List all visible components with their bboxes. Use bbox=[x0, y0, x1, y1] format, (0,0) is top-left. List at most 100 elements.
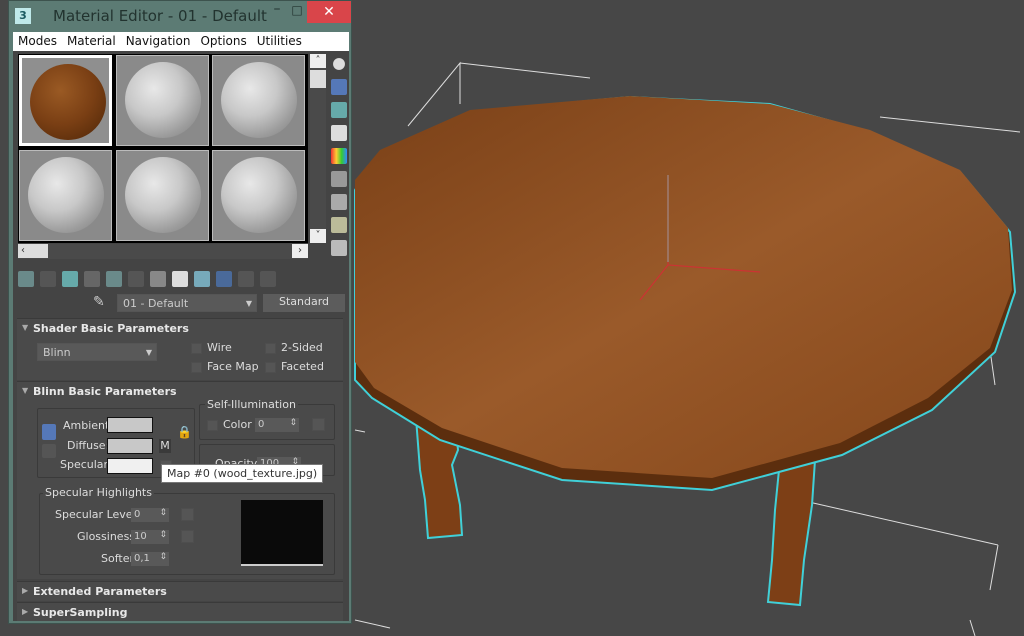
sample-slot-3[interactable] bbox=[212, 55, 305, 146]
specular-level-spinner[interactable]: 0 bbox=[131, 508, 169, 522]
leg-right bbox=[766, 459, 817, 607]
side-toolbar bbox=[331, 56, 349, 263]
assign-to-selection-icon[interactable] bbox=[62, 271, 78, 287]
video-color-check-icon[interactable] bbox=[331, 148, 347, 164]
put-to-library-icon[interactable] bbox=[128, 271, 144, 287]
sphere-preview bbox=[125, 157, 201, 233]
extended-parameters-rollout[interactable]: ▶ Extended Parameters bbox=[17, 581, 343, 601]
app-icon: 3 bbox=[15, 8, 31, 24]
close-button[interactable]: ✕ bbox=[307, 1, 351, 23]
delete-icon[interactable] bbox=[84, 271, 100, 287]
horizontal-scrollbar[interactable]: ‹ › bbox=[18, 244, 308, 259]
sphere-preview bbox=[28, 157, 104, 233]
specular-color-swatch[interactable] bbox=[107, 458, 153, 474]
rollout-title: SuperSampling bbox=[33, 606, 128, 619]
lock-ambient-diffuse-icon[interactable] bbox=[42, 424, 56, 440]
self-illumination-label: Self-Illumination bbox=[205, 398, 298, 411]
material-id-icon[interactable] bbox=[172, 271, 188, 287]
backlight-icon[interactable] bbox=[331, 79, 347, 95]
title-bar[interactable]: 3 Material Editor - 01 - Default – □ ✕ bbox=[9, 1, 351, 31]
scroll-down-icon[interactable]: ˅ bbox=[310, 229, 326, 243]
lock-icon[interactable]: 🔒 bbox=[177, 425, 192, 439]
specular-label: Specular: bbox=[60, 458, 112, 471]
wire-label: Wire bbox=[207, 341, 232, 354]
ambient-label: Ambient: bbox=[63, 419, 114, 432]
scroll-left-icon[interactable]: ‹ bbox=[18, 244, 48, 258]
menu-modes[interactable]: Modes bbox=[13, 32, 62, 51]
material-name: 01 - Default bbox=[123, 297, 189, 310]
two-sided-label: 2-Sided bbox=[281, 341, 323, 354]
face-map-checkbox[interactable] bbox=[191, 362, 202, 373]
rollout-header[interactable]: ▶ Extended Parameters bbox=[17, 582, 343, 601]
table-model[interactable] bbox=[354, 95, 1017, 607]
self-illum-spinner[interactable]: 0 bbox=[255, 418, 299, 432]
put-to-scene-icon[interactable] bbox=[40, 271, 56, 287]
scroll-up-icon[interactable]: ˄ bbox=[310, 54, 326, 68]
supersampling-rollout[interactable]: ▶ SuperSampling bbox=[17, 602, 343, 621]
sample-slot-6[interactable] bbox=[212, 150, 305, 241]
make-preview-icon[interactable] bbox=[331, 171, 347, 187]
get-material-icon[interactable] bbox=[18, 271, 34, 287]
shader-dropdown[interactable]: Blinn ▼ bbox=[37, 343, 157, 361]
faceted-checkbox[interactable] bbox=[265, 362, 276, 373]
specular-highlights-label: Specular Highlights bbox=[43, 486, 154, 499]
sphere-preview bbox=[221, 157, 297, 233]
glossiness-label: Glossiness: bbox=[77, 530, 139, 543]
material-navigator-icon[interactable] bbox=[331, 240, 347, 256]
select-by-material-icon[interactable] bbox=[331, 217, 347, 233]
save-icon[interactable] bbox=[150, 271, 166, 287]
material-type-button[interactable]: Standard bbox=[263, 294, 345, 312]
rollout-title: Shader Basic Parameters bbox=[33, 322, 189, 335]
vertical-scrollbar[interactable]: ˄ ˅ bbox=[310, 54, 326, 243]
material-name-dropdown[interactable]: 01 - Default ▼ bbox=[117, 294, 257, 312]
menu-options[interactable]: Options bbox=[195, 32, 251, 51]
show-end-result-icon[interactable] bbox=[216, 271, 232, 287]
specular-level-map-button[interactable] bbox=[181, 508, 194, 521]
sample-type-icon[interactable] bbox=[331, 56, 347, 72]
rollout-header[interactable]: ▼ Shader Basic Parameters bbox=[17, 319, 343, 338]
go-forward-sibling-icon[interactable] bbox=[260, 271, 276, 287]
rollout-title: Extended Parameters bbox=[33, 585, 167, 598]
minimize-button[interactable]: – bbox=[267, 1, 287, 23]
window-title: Material Editor - 01 - Default bbox=[53, 7, 267, 25]
menu-material[interactable]: Material bbox=[62, 32, 121, 51]
shader-basic-parameters-rollout: ▼ Shader Basic Parameters Blinn ▼ Wire 2-S… bbox=[17, 318, 343, 380]
make-unique-icon[interactable] bbox=[106, 271, 122, 287]
scroll-right-icon[interactable]: › bbox=[292, 244, 308, 258]
rollout-title: Blinn Basic Parameters bbox=[33, 385, 177, 398]
scroll-thumb[interactable] bbox=[310, 70, 326, 88]
sample-slot-4[interactable] bbox=[19, 150, 112, 241]
maximize-button[interactable]: □ bbox=[289, 3, 305, 25]
soften-spinner[interactable]: 0,1 bbox=[131, 552, 169, 566]
two-sided-checkbox[interactable] bbox=[265, 343, 276, 354]
go-to-parent-icon[interactable] bbox=[238, 271, 254, 287]
material-editor-window: 3 Material Editor - 01 - Default – □ ✕ M… bbox=[8, 0, 352, 624]
wire-checkbox[interactable] bbox=[191, 343, 202, 354]
lock-diffuse-specular-icon[interactable] bbox=[42, 444, 56, 458]
specular-level-label: Specular Level: bbox=[55, 508, 140, 521]
self-illum-map-button[interactable] bbox=[312, 418, 325, 431]
sample-uv-tiling-icon[interactable] bbox=[331, 125, 347, 141]
diffuse-map-button[interactable]: M bbox=[159, 439, 171, 453]
show-shaded-icon[interactable] bbox=[194, 271, 210, 287]
ambient-color-swatch[interactable] bbox=[107, 417, 153, 433]
diffuse-color-swatch[interactable] bbox=[107, 438, 153, 454]
self-illum-color-checkbox[interactable] bbox=[207, 420, 218, 431]
rollout-header[interactable]: ▶ SuperSampling bbox=[17, 603, 343, 622]
options-icon[interactable] bbox=[331, 194, 347, 210]
map-tooltip: Map #0 (wood_texture.jpg) bbox=[161, 464, 324, 483]
sample-slot-1[interactable] bbox=[19, 55, 112, 146]
menu-navigation[interactable]: Navigation bbox=[121, 32, 196, 51]
shader-value: Blinn bbox=[43, 346, 71, 359]
glossiness-spinner[interactable]: 10 bbox=[131, 530, 169, 544]
sample-slots bbox=[18, 54, 308, 243]
sample-slot-5[interactable] bbox=[116, 150, 209, 241]
eyedropper-icon[interactable]: ✎ bbox=[93, 294, 105, 310]
wood-sphere-preview bbox=[30, 64, 106, 140]
glossiness-map-button[interactable] bbox=[181, 530, 194, 543]
sphere-preview bbox=[125, 62, 201, 138]
highlight-curve-graph bbox=[241, 500, 323, 566]
sample-slot-2[interactable] bbox=[116, 55, 209, 146]
background-checker-icon[interactable] bbox=[331, 102, 347, 118]
menu-utilities[interactable]: Utilities bbox=[252, 32, 307, 51]
